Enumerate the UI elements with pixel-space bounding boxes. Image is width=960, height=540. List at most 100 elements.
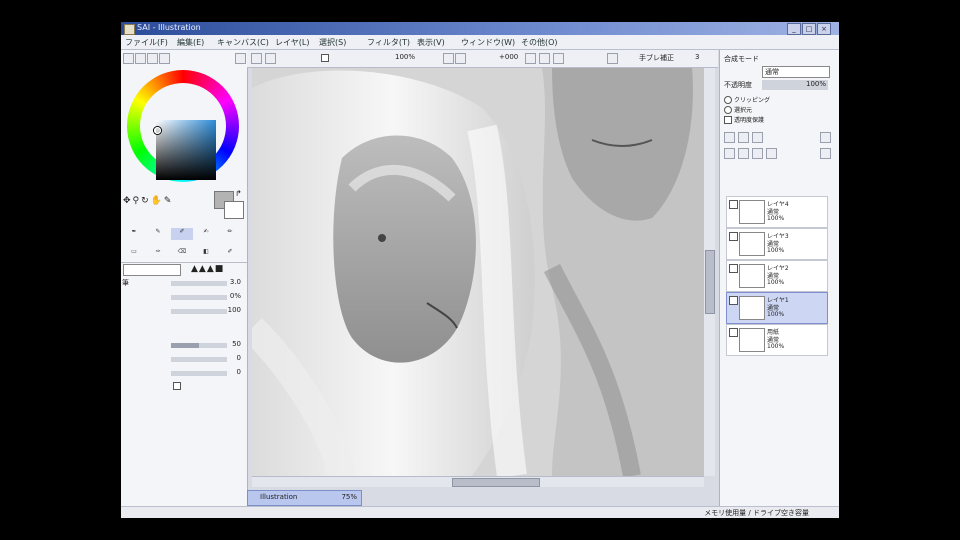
density-slider[interactable] bbox=[171, 309, 227, 314]
move-icon[interactable]: ✥ bbox=[123, 196, 133, 206]
visibility-eye-icon[interactable] bbox=[729, 328, 738, 337]
color-picker-cursor[interactable] bbox=[154, 127, 161, 134]
maximize-button[interactable]: □ bbox=[802, 23, 816, 35]
undo-icon[interactable] bbox=[251, 53, 262, 64]
layer-item[interactable]: レイヤ2 通常 100% bbox=[726, 260, 828, 292]
dilution-slider[interactable] bbox=[171, 357, 227, 362]
zoom-in-icon[interactable] bbox=[455, 53, 466, 64]
copy-layer-icon[interactable] bbox=[724, 148, 735, 159]
rotate-right-icon[interactable] bbox=[539, 53, 550, 64]
dilution-row[interactable]: 0 bbox=[121, 354, 247, 364]
layer-opacity: 100% bbox=[767, 215, 785, 222]
persistence-row[interactable]: 0 bbox=[121, 368, 247, 378]
brush-tool[interactable]: ✐ bbox=[171, 228, 193, 240]
opacity-slider[interactable]: 100% bbox=[762, 80, 828, 90]
new-folder-icon[interactable] bbox=[738, 132, 749, 143]
drawing-canvas[interactable] bbox=[252, 68, 704, 476]
rgb-slider-toggle-icon[interactable] bbox=[135, 53, 146, 64]
zoom-out-icon[interactable] bbox=[443, 53, 454, 64]
reset-icon[interactable] bbox=[607, 53, 618, 64]
stabilizer-value[interactable]: 3 bbox=[695, 53, 699, 61]
visibility-eye-icon[interactable] bbox=[729, 264, 738, 273]
blending-value: 50 bbox=[232, 340, 241, 348]
menu-canvas[interactable]: キャンバス(C) bbox=[217, 37, 269, 48]
layer-item[interactable]: レイヤ1 通常 100% bbox=[726, 292, 828, 324]
zoom-icon[interactable]: ⚲ bbox=[133, 196, 142, 206]
selection-source-option[interactable] bbox=[724, 106, 732, 114]
min-size-slider[interactable] bbox=[171, 295, 227, 300]
brush-size-slider[interactable] bbox=[171, 281, 227, 286]
blending-row[interactable]: 50 bbox=[121, 340, 247, 350]
brush-size-row[interactable]: 筆 3.0 bbox=[121, 278, 247, 288]
menu-edit[interactable]: 編集(E) bbox=[177, 37, 204, 48]
visibility-eye-icon[interactable] bbox=[729, 296, 738, 305]
app-icon bbox=[124, 24, 135, 35]
antialias-checkbox[interactable] bbox=[321, 54, 329, 62]
title-bar[interactable]: SAI - Illustration _ □ × bbox=[121, 22, 839, 35]
brush-shape-select[interactable] bbox=[123, 264, 181, 276]
bucket-tool[interactable]: ◧ bbox=[195, 248, 217, 260]
visibility-eye-icon[interactable] bbox=[729, 232, 738, 241]
layer-panel-close-icon[interactable] bbox=[820, 132, 831, 143]
swap-colors-icon[interactable]: ↱ bbox=[235, 189, 242, 198]
layer-item[interactable]: レイヤ4 通常 100% bbox=[726, 196, 828, 228]
vertical-scroll-thumb[interactable] bbox=[705, 250, 715, 314]
delete-layer-icon[interactable] bbox=[766, 148, 777, 159]
preserve-checkbox[interactable] bbox=[173, 382, 181, 390]
merge-down-icon[interactable] bbox=[738, 148, 749, 159]
color-wheel[interactable] bbox=[127, 70, 239, 182]
preserve-opacity-checkbox[interactable] bbox=[724, 116, 732, 124]
density-row[interactable]: 100 bbox=[121, 306, 247, 316]
layer-item[interactable]: レイヤ3 通常 100% bbox=[726, 228, 828, 260]
menu-view[interactable]: 表示(V) bbox=[417, 37, 445, 48]
hand-icon[interactable]: ✋ bbox=[151, 196, 164, 206]
airbrush-tool[interactable]: ✎ bbox=[147, 228, 169, 240]
layer-item[interactable]: 用紙 通常 100% bbox=[726, 324, 828, 356]
visibility-eye-icon[interactable] bbox=[729, 200, 738, 209]
horizontal-scrollbar[interactable] bbox=[252, 476, 704, 487]
layer-options-icon[interactable] bbox=[820, 148, 831, 159]
rotate-icon[interactable]: ↻ bbox=[141, 196, 151, 206]
eyedropper-icon[interactable]: ✎ bbox=[164, 196, 174, 206]
minimize-button[interactable]: _ bbox=[787, 23, 801, 35]
canvas-tab[interactable]: Illustration 75% bbox=[247, 490, 362, 506]
eraser-tool[interactable]: ▭ bbox=[123, 248, 145, 260]
rotate-left-icon[interactable] bbox=[525, 53, 536, 64]
pen-tool[interactable]: ✒ bbox=[123, 228, 145, 240]
min-size-row[interactable]: 0% bbox=[121, 292, 247, 302]
secondary-color-swatch[interactable] bbox=[224, 201, 244, 219]
angle-value[interactable]: +000 bbox=[499, 53, 518, 61]
vertical-scrollbar[interactable] bbox=[704, 68, 715, 476]
blend-mode-select[interactable]: 通常 bbox=[762, 66, 830, 78]
select-eraser-tool[interactable]: ⌫ bbox=[171, 248, 193, 260]
menu-file[interactable]: ファイル(F) bbox=[125, 37, 168, 48]
blending-slider[interactable] bbox=[171, 343, 227, 348]
menu-other[interactable]: その他(O) bbox=[521, 37, 558, 48]
clear-layer-icon[interactable] bbox=[752, 148, 763, 159]
menu-layer[interactable]: レイヤ(L) bbox=[275, 37, 309, 48]
clipping-option[interactable] bbox=[724, 96, 732, 104]
horizontal-scroll-thumb[interactable] bbox=[452, 478, 540, 487]
zoom-value[interactable]: 100% bbox=[395, 53, 415, 61]
marker-tool[interactable]: ✏ bbox=[219, 228, 241, 240]
menu-filter[interactable]: フィルタ(T) bbox=[367, 37, 410, 48]
stabilizer-label: 手ブレ補正 bbox=[639, 54, 674, 62]
new-set-icon[interactable] bbox=[752, 132, 763, 143]
palette-toggle-icon[interactable] bbox=[159, 53, 170, 64]
redo-icon[interactable] bbox=[265, 53, 276, 64]
color-wheel-toggle-icon[interactable] bbox=[123, 53, 134, 64]
binary-pen-tool[interactable]: ✐ bbox=[219, 248, 241, 260]
menu-select[interactable]: 選択(S) bbox=[319, 37, 346, 48]
select-pen-tool[interactable]: ✑ bbox=[147, 248, 169, 260]
hsv-slider-toggle-icon[interactable] bbox=[147, 53, 158, 64]
close-button[interactable]: × bbox=[817, 23, 831, 35]
new-layer-icon[interactable] bbox=[724, 132, 735, 143]
watercolor-tool[interactable]: ✍ bbox=[195, 228, 217, 240]
flip-icon[interactable] bbox=[553, 53, 564, 64]
panel-close-icon[interactable] bbox=[235, 53, 246, 64]
saturation-value-square[interactable] bbox=[156, 120, 216, 180]
brush-tip-presets[interactable]: ▲▲▲■ bbox=[191, 264, 224, 274]
menu-window[interactable]: ウィンドウ(W) bbox=[461, 37, 515, 48]
persistence-slider[interactable] bbox=[171, 371, 227, 376]
density-value: 100 bbox=[227, 306, 241, 314]
